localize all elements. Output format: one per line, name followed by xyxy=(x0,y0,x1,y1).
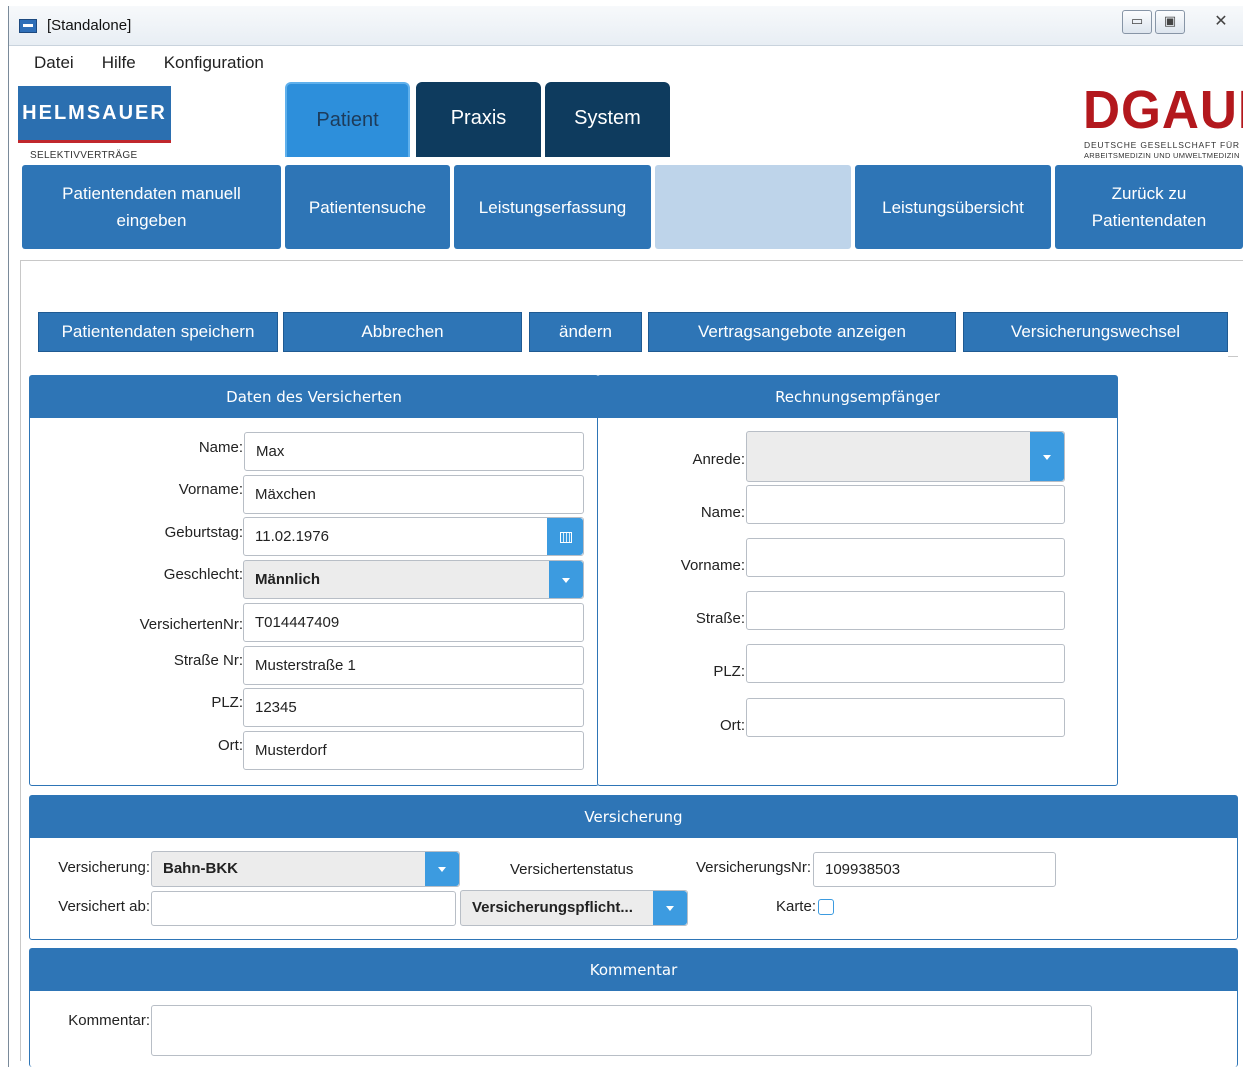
salutation-label: Anrede: xyxy=(692,451,745,468)
title-bar: [Standalone] ▭ ▣ ✕ xyxy=(9,6,1243,46)
calendar-icon[interactable] xyxy=(547,518,583,555)
change-button[interactable]: ändern xyxy=(529,312,642,352)
menu-konfiguration[interactable]: Konfiguration xyxy=(150,48,278,78)
app-icon xyxy=(19,19,37,33)
comment-label: Kommentar: xyxy=(68,1012,150,1029)
menu-datei[interactable]: Datei xyxy=(20,48,88,78)
birthday-label: Geburtstag: xyxy=(164,524,243,541)
insured-panel: Daten des Versicherten Name: Max Vorname… xyxy=(29,375,599,786)
cancel-button[interactable]: Abbrechen xyxy=(283,312,522,352)
name-field[interactable]: Max xyxy=(244,432,584,471)
dgaum-logo-sub: DEUTSCHE GESELLSCHAFT FÜR xyxy=(1084,140,1240,150)
gender-select[interactable]: Männlich xyxy=(243,560,584,599)
insurer-value: Bahn-BKK xyxy=(163,860,238,877)
nav-back-button[interactable]: Zurück zu Patientendaten xyxy=(1055,165,1243,249)
nav-manual-line1: Patientendaten manuell xyxy=(62,184,241,203)
insurance-status-value: Versicherungspflicht... xyxy=(472,899,633,916)
insured-number-field[interactable]: T014447409 xyxy=(243,603,584,642)
insured-number-label: VersichertenNr: xyxy=(139,616,243,633)
zip-label: PLZ: xyxy=(211,694,243,711)
billing-name-field[interactable] xyxy=(746,485,1065,524)
maximize-icon[interactable]: ▣ xyxy=(1155,10,1185,34)
insured-status-label: Versichertenstatus xyxy=(510,861,634,878)
insured-since-label: Versichert ab: xyxy=(58,898,150,915)
billing-street-field[interactable] xyxy=(746,591,1065,630)
show-offers-button[interactable]: Vertragsangebote anzeigen xyxy=(648,312,956,352)
comment-panel-header: Kommentar xyxy=(30,949,1237,991)
dgaum-logo-sub2: ARBEITSMEDIZIN UND UMWELTMEDIZIN xyxy=(1084,151,1240,160)
nav-back-line2: Patientendaten xyxy=(1091,211,1207,230)
insurance-number-label: VersicherungsNr: xyxy=(695,859,811,876)
insurance-status-select[interactable]: Versicherungspflicht... xyxy=(460,890,688,926)
insurer-select[interactable]: Bahn-BKK xyxy=(151,851,460,887)
zip-field[interactable]: 12345 xyxy=(243,688,584,727)
gender-label: Geschlecht: xyxy=(163,566,243,583)
comment-field[interactable] xyxy=(151,1005,1092,1056)
nav-patient-search-button[interactable]: Patientensuche xyxy=(285,165,450,249)
action-divider xyxy=(1228,356,1238,357)
nav-back-line1: Zurück zu xyxy=(1111,184,1187,203)
helmsauer-logo: HELMSAUER xyxy=(18,86,171,140)
chevron-down-icon[interactable] xyxy=(549,561,583,598)
name-label: Name: xyxy=(198,439,243,456)
minimize-icon[interactable]: ▭ xyxy=(1122,10,1152,34)
nav-manual-entry-button[interactable]: Patientendaten manuell eingeben xyxy=(22,165,281,249)
billing-firstname-field[interactable] xyxy=(746,538,1065,577)
insurer-label: Versicherung: xyxy=(58,859,150,876)
nav-service-entry-button[interactable]: Leistungserfassung xyxy=(454,165,651,249)
billing-zip-label: PLZ: xyxy=(713,663,745,680)
insurance-panel-header: Versicherung xyxy=(30,796,1237,838)
window-title: [Standalone] xyxy=(47,17,132,34)
billing-panel: Rechnungsempfänger Anrede: Name: Vorname… xyxy=(597,375,1118,786)
tab-system[interactable]: System xyxy=(545,82,670,157)
nav-service-overview-button[interactable]: Leistungsübersicht xyxy=(855,165,1051,249)
insured-panel-header: Daten des Versicherten xyxy=(30,376,598,418)
insurance-panel: Versicherung Versicherung: Bahn-BKK Vers… xyxy=(29,795,1238,940)
birthday-field[interactable]: 11.02.1976 xyxy=(243,517,584,556)
card-checkbox[interactable] xyxy=(818,899,834,915)
city-field[interactable]: Musterdorf xyxy=(243,731,584,770)
chevron-down-icon[interactable] xyxy=(1030,432,1064,481)
insured-since-field[interactable] xyxy=(151,891,456,926)
firstname-label: Vorname: xyxy=(178,481,243,498)
helmsauer-logo-sub: SELEKTIVVERTRÄGE xyxy=(30,150,138,161)
close-icon[interactable]: ✕ xyxy=(1201,10,1241,34)
billing-city-field[interactable] xyxy=(746,698,1065,737)
billing-firstname-label: Vorname: xyxy=(680,557,745,574)
tab-praxis[interactable]: Praxis xyxy=(416,82,541,157)
insurance-switch-button[interactable]: Versicherungswechsel xyxy=(963,312,1228,352)
menu-hilfe[interactable]: Hilfe xyxy=(88,48,150,78)
nav-empty-button[interactable] xyxy=(655,165,851,249)
nav-manual-line2: eingeben xyxy=(116,211,187,230)
billing-street-label: Straße: xyxy=(695,610,745,627)
comment-panel: Kommentar Kommentar: xyxy=(29,948,1238,1067)
save-patient-button[interactable]: Patientendaten speichern xyxy=(38,312,278,352)
billing-name-label: Name: xyxy=(700,504,745,521)
chevron-down-icon[interactable] xyxy=(425,852,459,886)
birthday-value: 11.02.1976 xyxy=(255,528,329,545)
gender-value: Männlich xyxy=(255,571,321,588)
menu-bar: Datei Hilfe Konfiguration xyxy=(20,48,278,78)
firstname-field[interactable]: Mäxchen xyxy=(243,475,584,514)
card-label: Karte: xyxy=(775,898,816,915)
street-label: Straße Nr: xyxy=(173,652,243,669)
chevron-down-icon[interactable] xyxy=(653,891,687,925)
tab-patient[interactable]: Patient xyxy=(285,82,410,157)
billing-zip-field[interactable] xyxy=(746,644,1065,683)
street-field[interactable]: Musterstraße 1 xyxy=(243,646,584,685)
billing-city-label: Ort: xyxy=(720,717,745,734)
city-label: Ort: xyxy=(218,737,243,754)
insurance-number-field[interactable]: 109938503 xyxy=(813,852,1056,887)
salutation-select[interactable] xyxy=(746,431,1065,482)
dgaum-logo: DGAUM xyxy=(1083,80,1243,140)
billing-panel-header: Rechnungsempfänger xyxy=(598,376,1117,418)
helmsauer-logo-line xyxy=(18,140,171,143)
